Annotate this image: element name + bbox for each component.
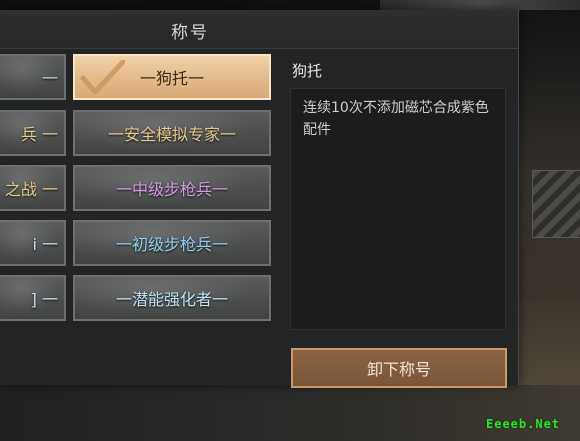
check-mark-icon [80,60,125,95]
title-label: 之战 一 [4,180,58,199]
title-card-left-3[interactable]: 之战 一 [0,165,66,211]
scene-machinery [532,170,580,238]
panel-header: 称号 [0,10,518,49]
title-card-left-1[interactable]: 一 [0,54,66,100]
watermark: Eeeeb.Net [486,417,561,431]
panel-title: 称号 [171,23,209,43]
title-card-4[interactable]: 一初级步枪兵一 [73,220,271,266]
scene-ground [0,385,580,441]
title-card-left-5[interactable]: ] 一 [0,275,66,321]
unequip-title-button[interactable]: 卸下称号 [291,348,507,388]
detail-description-box: 连续10次不添加磁芯合成紫色配件 [290,88,506,330]
title-label: 一安全模拟专家一 [107,125,236,144]
title-detail-panel: 狗托 连续10次不添加磁芯合成紫色配件 卸下称号 [284,56,510,388]
title-label: ] 一 [30,290,58,309]
title-label: 兵 一 [20,125,58,144]
title-card-2[interactable]: 一安全模拟专家一 [73,110,271,156]
title-label: 一潜能强化者一 [115,290,228,309]
title-card-selected[interactable]: 一狗托一 [73,54,271,100]
title-panel: 称号 一 兵 一 之战 一 i 一 ] 一 一狗托一 一安全模拟专家一 一中级步… [0,10,519,388]
title-card-5[interactable]: 一潜能强化者一 [73,275,271,321]
title-label: 一中级步枪兵一 [115,180,228,199]
title-label: 一狗托一 [139,69,204,88]
detail-title-name: 狗托 [292,62,323,80]
detail-description: 连续10次不添加磁芯合成紫色配件 [303,100,489,138]
title-card-left-2[interactable]: 兵 一 [0,110,66,156]
scene-ceiling [380,0,580,10]
title-card-3[interactable]: 一中级步枪兵一 [73,165,271,211]
title-label: 一 [41,69,58,88]
title-label: 一初级步枪兵一 [115,235,228,254]
title-label: i 一 [32,235,58,254]
title-card-left-4[interactable]: i 一 [0,220,66,266]
